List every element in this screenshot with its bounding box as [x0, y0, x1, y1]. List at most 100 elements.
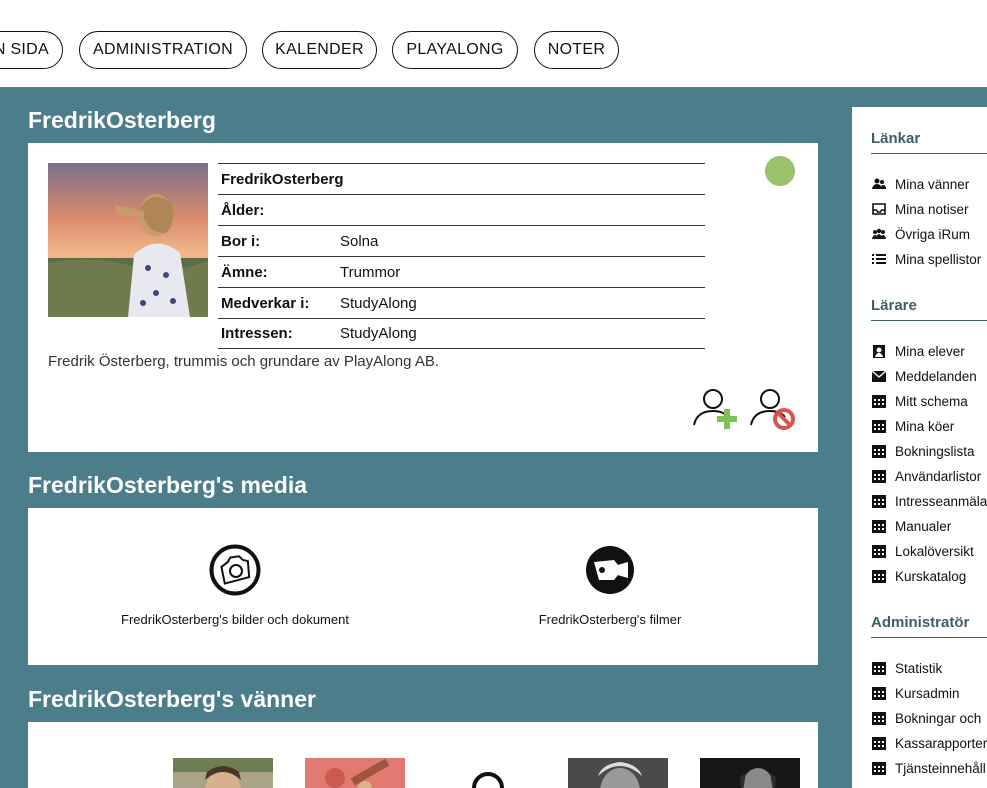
contact-icon	[872, 344, 886, 358]
profile-row-interests: Intressen: StudyAlong	[218, 318, 705, 349]
sidebar-item-mina-spellistor[interactable]: Mina spellistor	[872, 249, 981, 269]
calendar-icon	[872, 469, 886, 483]
calendar-icon	[872, 419, 886, 433]
main-content: FredrikOsterberg FredrikOsterberg Ålder:…	[0, 87, 987, 788]
calendar-icon	[872, 394, 886, 408]
calendar-icon	[872, 544, 886, 558]
sidebar-item-label: Mitt schema	[895, 393, 968, 409]
nav-item-playalong[interactable]: PLAYALONG	[392, 31, 518, 69]
sidebar-item-mina-elever[interactable]: Mina elever	[872, 341, 965, 361]
sidebar-item-label: Meddelanden	[895, 368, 977, 384]
profile-photo	[48, 163, 208, 317]
row-label: Bor i:	[221, 232, 261, 250]
sidebar-item-label: Bokningar och	[895, 710, 982, 726]
sidebar-item-mina-koer[interactable]: Mina köer	[872, 416, 954, 436]
sidebar-heading-teacher: Lärare	[871, 297, 987, 321]
media-films-link[interactable]: FredrikOsterberg's filmer	[460, 544, 760, 627]
sidebar-item-ovriga-irum[interactable]: Övriga iRum	[872, 224, 970, 244]
media-films-label: FredrikOsterberg's filmer	[538, 612, 682, 627]
sidebar-item-manualer[interactable]: Manualer	[872, 516, 951, 536]
nav-item-start[interactable]: N SIDA	[0, 31, 63, 69]
group-icon	[872, 228, 886, 241]
profile-info-table: FredrikOsterberg Ålder: Bor i: Solna Ämn…	[218, 163, 705, 349]
row-value: Trummor	[340, 263, 401, 281]
profile-bio: Fredrik Österberg, trummis och grundare …	[48, 353, 439, 370]
sidebar-item-label: Kurskatalog	[895, 568, 967, 584]
media-title: FredrikOsterberg's media	[28, 472, 308, 498]
nav-item-noter[interactable]: NOTER	[534, 31, 619, 69]
profile-name: FredrikOsterberg	[221, 170, 344, 188]
row-label: Ämne:	[221, 263, 268, 281]
profile-row-participates: Medverkar i: StudyAlong	[218, 287, 705, 318]
sidebar-item-bokningslista[interactable]: Bokningslista	[872, 441, 975, 461]
sidebar-item-mina-vanner[interactable]: Mina vänner	[872, 174, 969, 194]
sidebar-item-label: Mina vänner	[895, 176, 970, 192]
row-value: Solna	[340, 232, 379, 250]
sidebar-item-label: Kursadmin	[895, 685, 960, 701]
inbox-icon	[872, 203, 886, 216]
friends-title: FredrikOsterberg's vänner	[28, 686, 316, 712]
sidebar-item-mina-notiser[interactable]: Mina notiser	[872, 199, 969, 219]
sidebar: Länkar Mina vänner Mina notiser Övriga i…	[852, 107, 987, 788]
block-user-icon[interactable]	[748, 387, 798, 433]
sidebar-item-statistik[interactable]: Statistik	[872, 658, 942, 678]
sidebar-item-lokaloversikt[interactable]: Lokalöversikt	[872, 541, 974, 561]
camera-icon	[209, 544, 261, 596]
sidebar-item-bokningar[interactable]: Bokningar och	[872, 708, 981, 728]
row-label: Ålder:	[221, 201, 265, 219]
sidebar-item-label: Mina elever	[895, 343, 965, 359]
sidebar-item-tjansteinnehall[interactable]: Tjänsteinnehåll	[872, 758, 986, 778]
friend-avatar[interactable]	[568, 758, 668, 788]
calendar-icon	[872, 761, 886, 775]
sidebar-heading-links: Länkar	[871, 130, 987, 154]
sidebar-item-anvandarlistor[interactable]: Användarlistor	[872, 466, 981, 486]
nav-item-kalender[interactable]: KALENDER	[262, 31, 377, 69]
media-card: FredrikOsterberg's bilder och dokument F…	[28, 508, 818, 665]
row-value: StudyAlong	[340, 294, 417, 312]
add-friend-icon[interactable]	[691, 387, 741, 433]
friends-icon	[872, 178, 886, 191]
profile-row-location: Bor i: Solna	[218, 225, 705, 256]
sidebar-item-meddelanden[interactable]: Meddelanden	[872, 366, 977, 386]
sidebar-item-label: Mina notiser	[895, 201, 969, 217]
list-icon	[872, 253, 886, 266]
sidebar-item-label: Statistik	[895, 660, 943, 676]
calendar-icon	[872, 661, 886, 675]
calendar-icon	[872, 494, 886, 508]
row-label: Intressen:	[221, 325, 293, 342]
nav-item-administration[interactable]: ADMINISTRATION	[79, 31, 247, 69]
calendar-icon	[872, 569, 886, 583]
sidebar-item-label: Övriga iRum	[895, 226, 971, 242]
sidebar-item-mitt-schema[interactable]: Mitt schema	[872, 391, 968, 411]
sidebar-item-label: Tjänsteinnehåll	[895, 760, 986, 776]
film-icon	[586, 546, 634, 594]
media-pictures-label: FredrikOsterberg's bilder och dokument	[121, 612, 349, 627]
online-status-indicator	[765, 156, 795, 186]
friend-avatar[interactable]	[700, 758, 800, 788]
friend-avatar[interactable]	[305, 758, 405, 788]
profile-title: FredrikOsterberg	[28, 107, 216, 133]
profile-row-subject: Ämne: Trummor	[218, 256, 705, 287]
profile-row-age: Ålder:	[218, 194, 705, 225]
mail-icon	[872, 370, 886, 383]
sidebar-item-label: Mina köer	[895, 418, 955, 434]
sidebar-item-kassarapporter[interactable]: Kassarapporter	[872, 733, 987, 753]
sidebar-item-label: Bokningslista	[895, 443, 975, 459]
calendar-icon	[872, 686, 886, 700]
friend-avatar-placeholder[interactable]	[438, 758, 538, 788]
media-pictures-link[interactable]: FredrikOsterberg's bilder och dokument	[85, 544, 385, 627]
sidebar-item-label: Mina spellistor	[895, 251, 982, 267]
sidebar-item-label: Lokalöversikt	[895, 543, 974, 559]
sidebar-item-kursadmin[interactable]: Kursadmin	[872, 683, 960, 703]
calendar-icon	[872, 711, 886, 725]
row-label: Medverkar i:	[221, 294, 310, 312]
calendar-icon	[872, 519, 886, 533]
friends-card	[28, 722, 818, 788]
top-navigation: N SIDA ADMINISTRATION KALENDER PLAYALONG…	[0, 0, 987, 87]
sidebar-item-intresseanmalan[interactable]: Intresseanmälan	[872, 491, 987, 511]
sidebar-item-label: Manualer	[895, 518, 952, 534]
friend-avatar[interactable]	[173, 758, 273, 788]
sidebar-item-kurskatalog[interactable]: Kurskatalog	[872, 566, 966, 586]
sidebar-item-label: Kassarapporter	[895, 735, 987, 751]
row-value: StudyAlong	[340, 325, 417, 342]
